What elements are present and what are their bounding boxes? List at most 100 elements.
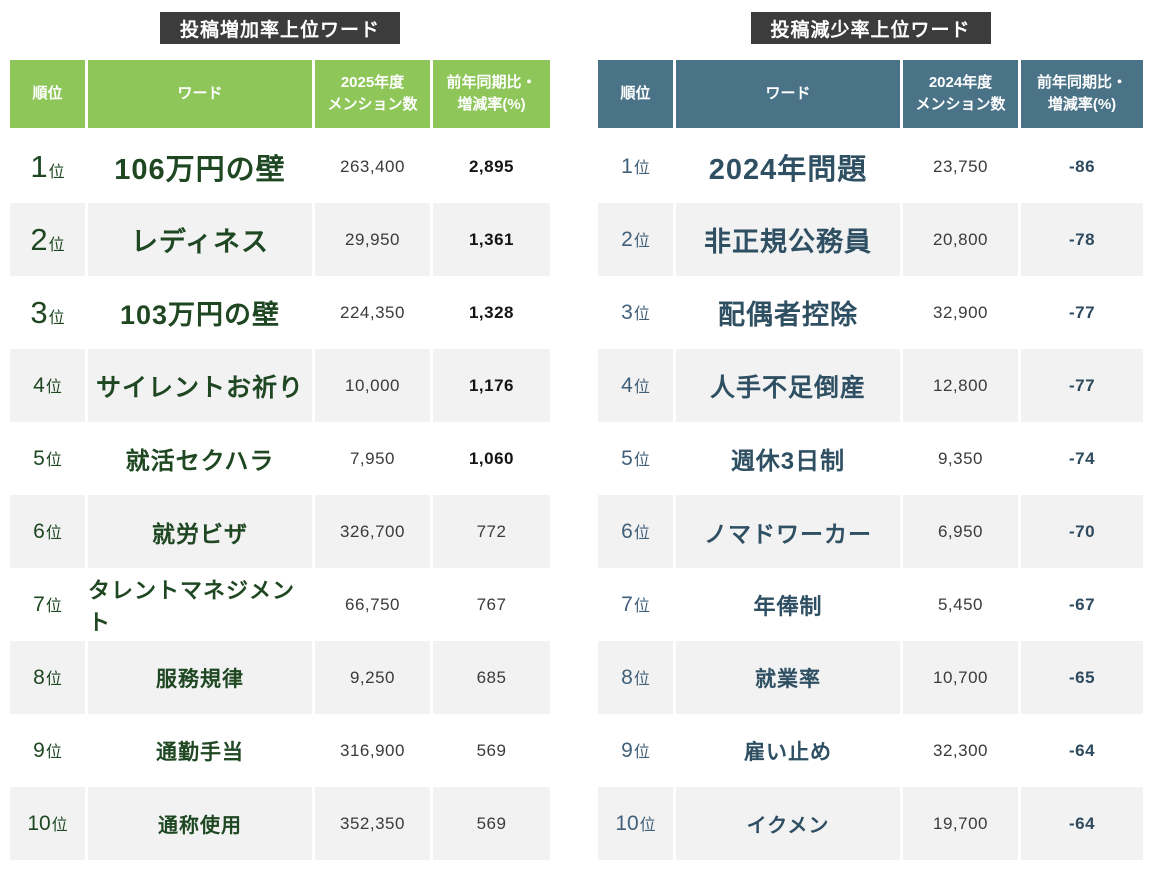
rank-number: 1 (30, 149, 47, 185)
rate-value: 569 (477, 741, 507, 761)
mentions-value: 66,750 (345, 595, 400, 615)
mentions-value: 23,750 (933, 157, 988, 177)
rank-suffix: 位 (49, 158, 65, 182)
mentions-cell: 224,350 (315, 276, 430, 349)
rate-cell: -65 (1021, 641, 1143, 714)
table-row: 2位レディネス29,9501,361 (10, 203, 550, 276)
rank-cell: 9位 (598, 714, 673, 787)
word-label: 週休3日制 (731, 441, 845, 476)
rank-number: 3 (621, 301, 633, 325)
table-row: 8位就業率10,700-65 (598, 641, 1143, 714)
rank-cell: 10位 (598, 787, 673, 860)
ranking-infographic: 投稿増加率上位ワード 順位ワード2025年度メンション数前年同期比・増減率(%)… (0, 0, 1150, 870)
rank-suffix: 位 (49, 231, 65, 255)
word-header-cell: ワード (88, 60, 312, 128)
word-label: 就活セクハラ (126, 441, 275, 476)
rate-value: 1,328 (469, 303, 514, 323)
mentions-cell: 326,700 (315, 495, 430, 568)
mentions-cell: 6,950 (903, 495, 1018, 568)
rate-cell: -64 (1021, 787, 1143, 860)
rate-value: -78 (1069, 230, 1095, 250)
rate-cell: -86 (1021, 130, 1143, 203)
table-row: 1位2024年問題23,750-86 (598, 130, 1143, 203)
rank-number: 2 (30, 222, 47, 258)
rank-cell: 3位 (598, 276, 673, 349)
mentions-value: 5,450 (938, 595, 983, 615)
rate-value: 685 (477, 668, 507, 688)
rate-value: -64 (1069, 814, 1095, 834)
table-row: 10位通称使用352,350569 (10, 787, 550, 860)
rank-number: 4 (621, 374, 633, 398)
mentions-cell: 23,750 (903, 130, 1018, 203)
rank-cell: 3位 (10, 276, 85, 349)
rate-cell: 772 (433, 495, 550, 568)
table-row: 4位サイレントお祈り10,0001,176 (10, 349, 550, 422)
mentions-value: 316,900 (340, 741, 405, 761)
rate-header-cell: 前年同期比・増減率(%) (1021, 60, 1143, 128)
table-row: 10位イクメン19,700-64 (598, 787, 1143, 860)
increase-table-rows: 1位106万円の壁263,4002,8952位レディネス29,9501,3613… (10, 130, 550, 860)
word-label: 就業率 (755, 663, 821, 693)
rate-header-cell: 前年同期比・増減率(%) (433, 60, 550, 128)
word-label: 年俸制 (753, 589, 822, 621)
word-cell: 103万円の壁 (88, 276, 312, 349)
word-cell: イクメン (676, 787, 900, 860)
table-row: 3位 103万円の壁 224,350 1,328 (10, 276, 550, 349)
rank-number: 10 (27, 812, 50, 836)
word-label: 通称使用 (158, 809, 242, 838)
word-header-cell: ワード (676, 60, 900, 128)
rate-value: -77 (1069, 376, 1095, 396)
table-row: 1位106万円の壁263,4002,895 (10, 130, 550, 203)
mentions-header-cell: 2025年度メンション数 (315, 60, 430, 128)
word-label: 服務規律 (156, 663, 244, 693)
mentions-value: 352,350 (340, 814, 405, 834)
mentions-value: 263,400 (340, 157, 405, 177)
rank-cell: 2位 (10, 203, 85, 276)
table-row: 9位通勤手当316,900569 (10, 714, 550, 787)
rate-value: 569 (477, 814, 507, 834)
rank-cell: 6位 (10, 495, 85, 568)
word-label: 103万円の壁 (120, 293, 280, 332)
rate-cell: 569 (433, 714, 550, 787)
rank-cell: 8位 (598, 641, 673, 714)
rank-suffix: 位 (46, 373, 62, 397)
rate-value: -74 (1069, 449, 1095, 469)
mentions-cell: 352,350 (315, 787, 430, 860)
rate-value: 772 (477, 522, 507, 542)
rank-cell: 4位 (10, 349, 85, 422)
rank-suffix: 位 (634, 300, 650, 324)
word-cell: 通勤手当 (88, 714, 312, 787)
table-row: 8位 服務規律 9,250 685 (10, 641, 550, 714)
rank-number: 2 (621, 228, 633, 252)
word-cell: レディネス (88, 203, 312, 276)
rank-cell: 1位 (10, 130, 85, 203)
word-cell: 2024年問題 (676, 130, 900, 203)
word-label: タレントマネジメント (88, 573, 312, 637)
rate-value: 1,361 (469, 230, 514, 250)
rank-number: 7 (33, 593, 45, 617)
word-label: サイレントお祈り (96, 368, 304, 404)
rank-suffix: 位 (634, 227, 650, 251)
word-label: 通勤手当 (156, 736, 244, 766)
word-cell: 就労ビザ (88, 495, 312, 568)
rate-value: -65 (1069, 668, 1095, 688)
word-label: 雇い止め (744, 736, 832, 766)
rank-number: 3 (30, 295, 47, 331)
rate-cell: -77 (1021, 349, 1143, 422)
word-label: イクメン (747, 809, 830, 838)
word-cell: 106万円の壁 (88, 130, 312, 203)
decrease-table-header: 順位ワード2024年度メンション数前年同期比・増減率(%) (598, 60, 1143, 128)
word-cell: サイレントお祈り (88, 349, 312, 422)
mentions-cell: 9,350 (903, 422, 1018, 495)
word-label: 106万円の壁 (114, 146, 285, 188)
rate-value: -70 (1069, 522, 1095, 542)
rate-cell: 1,361 (433, 203, 550, 276)
rank-number: 7 (621, 593, 633, 617)
table-row: 5位就活セクハラ7,9501,060 (10, 422, 550, 495)
rank-cell: 8位 (10, 641, 85, 714)
decrease-table-section: 投稿減少率上位ワード 順位ワード2024年度メンション数前年同期比・増減率(%)… (598, 12, 1143, 860)
mentions-cell: 263,400 (315, 130, 430, 203)
rank-header-cell: 順位 (598, 60, 673, 128)
mentions-cell: 32,300 (903, 714, 1018, 787)
mentions-cell: 9,250 (315, 641, 430, 714)
